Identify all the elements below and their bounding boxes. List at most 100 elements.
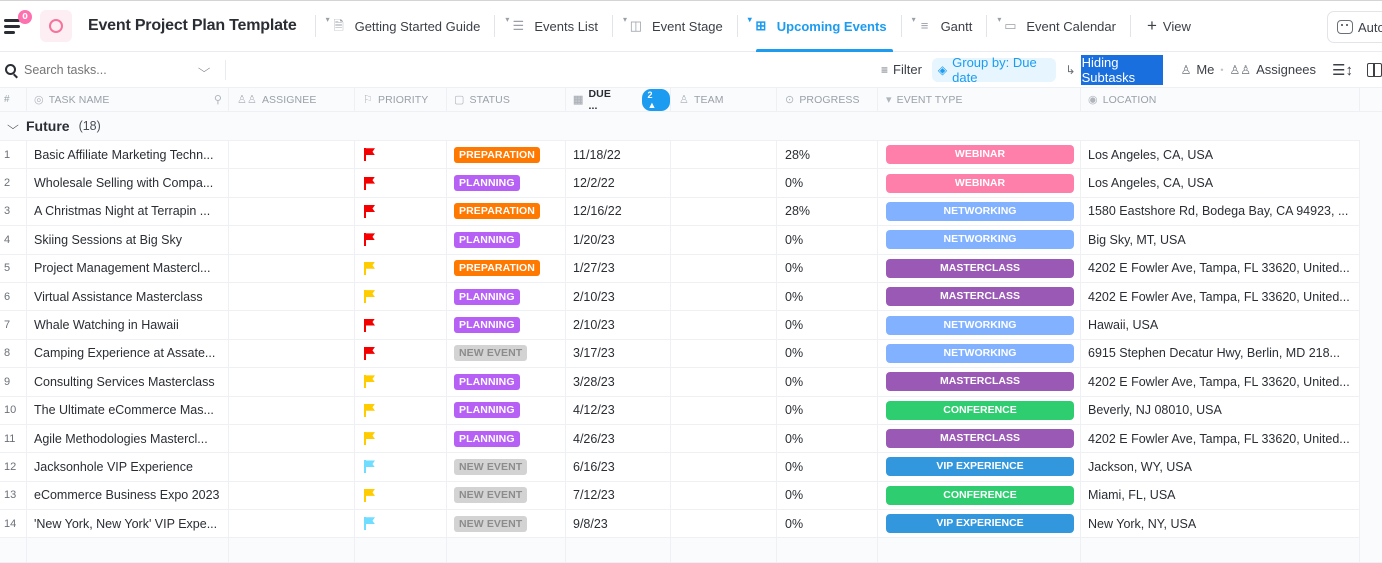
table-row[interactable]: 1 Basic Affiliate Marketing Techn... PREPA… bbox=[0, 141, 1382, 170]
task-name[interactable]: A Christmas Night at Terrapin ... bbox=[27, 197, 229, 226]
table-row[interactable]: 14 'New York, New York' VIP Expe... NEW EV… bbox=[0, 510, 1382, 539]
group-by-button[interactable]: ◈ Group by: Due date bbox=[931, 55, 1056, 85]
column-event-type[interactable]: ▾ EVENT TYPE bbox=[878, 88, 1081, 111]
status-cell[interactable]: PLANNING bbox=[447, 396, 566, 424]
location[interactable]: 4202 E Fowler Ave, Tampa, FL 33620, Unit… bbox=[1081, 368, 1360, 396]
event-type-cell[interactable]: WEBINAR bbox=[878, 169, 1081, 197]
location[interactable]: Miami, FL, USA bbox=[1081, 481, 1360, 510]
column-priority[interactable]: ⚐ PRIORITY bbox=[355, 88, 447, 111]
status-cell[interactable]: NEW EVENT bbox=[447, 339, 566, 368]
event-type-cell[interactable]: NETWORKING bbox=[878, 339, 1081, 368]
due-date[interactable]: 2/10/23 bbox=[566, 282, 671, 311]
column-due-date[interactable]: ▦ DUE ... 2 ▲ bbox=[566, 88, 671, 112]
assignee-cell[interactable] bbox=[229, 141, 355, 169]
assignee-cell[interactable] bbox=[229, 453, 355, 481]
event-type-cell[interactable]: NETWORKING bbox=[878, 226, 1081, 254]
event-type-cell[interactable]: CONFERENCE bbox=[878, 481, 1081, 510]
assignee-cell[interactable] bbox=[229, 197, 355, 226]
due-date[interactable]: 7/12/23 bbox=[566, 481, 671, 510]
location[interactable]: 6915 Stephen Decatur Hwy, Berlin, MD 218… bbox=[1081, 339, 1360, 368]
team-cell[interactable] bbox=[671, 339, 777, 368]
priority-cell[interactable] bbox=[355, 197, 447, 226]
team-cell[interactable] bbox=[671, 396, 777, 424]
sidebar-menu-button[interactable]: 0 bbox=[4, 10, 32, 40]
table-row[interactable]: 6 Virtual Assistance Masterclass PLANNING 2… bbox=[0, 282, 1382, 312]
priority-cell[interactable] bbox=[355, 424, 447, 453]
status-cell[interactable]: PLANNING bbox=[447, 368, 566, 396]
assignee-cell[interactable] bbox=[229, 169, 355, 197]
tab-events-list[interactable]: ▾ ☰ Events List bbox=[505, 1, 602, 51]
space-icon[interactable] bbox=[40, 10, 72, 42]
due-date[interactable]: 6/16/23 bbox=[566, 453, 671, 481]
tab-upcoming-events[interactable]: ▾ ⊞ Upcoming Events bbox=[748, 1, 893, 52]
team-cell[interactable] bbox=[671, 254, 777, 282]
event-type-cell[interactable]: NETWORKING bbox=[878, 197, 1081, 226]
team-cell[interactable] bbox=[671, 424, 777, 453]
status-cell[interactable]: NEW EVENT bbox=[447, 453, 566, 481]
priority-cell[interactable] bbox=[355, 169, 447, 197]
column-task-name[interactable]: ◎ TASK NAME ⚲ bbox=[27, 88, 229, 111]
assignee-cell[interactable] bbox=[229, 368, 355, 396]
task-name[interactable]: Project Management Mastercl... bbox=[27, 254, 229, 282]
pin-icon[interactable]: ⚲ bbox=[214, 93, 222, 106]
team-cell[interactable] bbox=[671, 226, 777, 254]
table-row[interactable]: 5 Project Management Mastercl... PREPARATI… bbox=[0, 254, 1382, 283]
task-name[interactable]: Agile Methodologies Mastercl... bbox=[27, 424, 229, 453]
tab-event-stage[interactable]: ▾ ◫ Event Stage bbox=[623, 1, 727, 51]
tab-getting-started-guide[interactable]: ▾ 🗎 Getting Started Guide bbox=[326, 1, 485, 51]
priority-cell[interactable] bbox=[355, 481, 447, 510]
location[interactable]: Big Sky, MT, USA bbox=[1081, 226, 1360, 254]
team-cell[interactable] bbox=[671, 453, 777, 481]
due-date[interactable]: 3/17/23 bbox=[566, 339, 671, 368]
assignee-cell[interactable] bbox=[229, 226, 355, 254]
event-type-cell[interactable]: MASTERCLASS bbox=[878, 424, 1081, 453]
column-status[interactable]: ▢ STATUS bbox=[447, 88, 566, 111]
priority-cell[interactable] bbox=[355, 396, 447, 424]
due-date[interactable]: 4/26/23 bbox=[566, 424, 671, 453]
task-name[interactable]: Basic Affiliate Marketing Techn... bbox=[27, 141, 229, 169]
priority-cell[interactable] bbox=[355, 339, 447, 368]
task-name[interactable]: The Ultimate eCommerce Mas... bbox=[27, 396, 229, 424]
location[interactable]: Beverly, NJ 08010, USA bbox=[1081, 396, 1360, 424]
event-type-cell[interactable]: NETWORKING bbox=[878, 311, 1081, 339]
table-row[interactable]: 2 Wholesale Selling with Compa... PLANNING… bbox=[0, 169, 1382, 198]
tab-gantt[interactable]: ▾ ≡ Gantt bbox=[912, 1, 977, 51]
due-date[interactable]: 11/18/22 bbox=[566, 141, 671, 169]
assignee-cell[interactable] bbox=[229, 254, 355, 282]
due-date[interactable]: 1/20/23 bbox=[566, 226, 671, 254]
team-cell[interactable] bbox=[671, 169, 777, 197]
table-row[interactable]: 7 Whale Watching in Hawaii PLANNING 2/10/23… bbox=[0, 311, 1382, 340]
status-cell[interactable]: NEW EVENT bbox=[447, 481, 566, 510]
location[interactable]: Los Angeles, CA, USA bbox=[1081, 141, 1360, 169]
due-date[interactable]: 2/10/23 bbox=[566, 311, 671, 339]
subtasks-button[interactable]: ↳ Hiding Subtasks bbox=[1060, 54, 1169, 85]
status-cell[interactable]: PLANNING bbox=[447, 424, 566, 453]
priority-cell[interactable] bbox=[355, 368, 447, 396]
assignee-cell[interactable] bbox=[229, 339, 355, 368]
status-cell[interactable]: PLANNING bbox=[447, 282, 566, 311]
assignee-cell[interactable] bbox=[229, 396, 355, 424]
status-cell[interactable]: PLANNING bbox=[447, 226, 566, 254]
location[interactable]: 4202 E Fowler Ave, Tampa, FL 33620, Unit… bbox=[1081, 254, 1360, 282]
task-name[interactable]: Virtual Assistance Masterclass bbox=[27, 282, 229, 311]
location[interactable]: 4202 E Fowler Ave, Tampa, FL 33620, Unit… bbox=[1081, 424, 1360, 453]
due-date[interactable]: 4/12/23 bbox=[566, 396, 671, 424]
sort-icon[interactable]: ☰↕ bbox=[1332, 61, 1353, 79]
column-team[interactable]: ♙ TEAM bbox=[671, 88, 777, 111]
task-name[interactable]: Skiing Sessions at Big Sky bbox=[27, 226, 229, 254]
assignees-button[interactable]: ♙♙ Assignees bbox=[1224, 58, 1323, 82]
priority-cell[interactable] bbox=[355, 311, 447, 339]
due-date[interactable]: 3/28/23 bbox=[566, 368, 671, 396]
table-row[interactable]: 11 Agile Methodologies Mastercl... PLANNIN… bbox=[0, 424, 1382, 454]
table-row[interactable]: 13 eCommerce Business Expo 2023 NEW EVENT 7… bbox=[0, 481, 1382, 511]
table-row[interactable]: 8 Camping Experience at Assate... NEW EVEN… bbox=[0, 339, 1382, 369]
event-type-cell[interactable]: MASTERCLASS bbox=[878, 368, 1081, 396]
priority-cell[interactable] bbox=[355, 453, 447, 481]
team-cell[interactable] bbox=[671, 510, 777, 538]
task-name[interactable]: Whale Watching in Hawaii bbox=[27, 311, 229, 339]
status-cell[interactable]: PREPARATION bbox=[447, 197, 566, 226]
priority-cell[interactable] bbox=[355, 282, 447, 311]
priority-cell[interactable] bbox=[355, 510, 447, 538]
status-cell[interactable]: PREPARATION bbox=[447, 141, 566, 169]
tab-event-calendar[interactable]: ▾ ▭ Event Calendar bbox=[997, 1, 1120, 51]
